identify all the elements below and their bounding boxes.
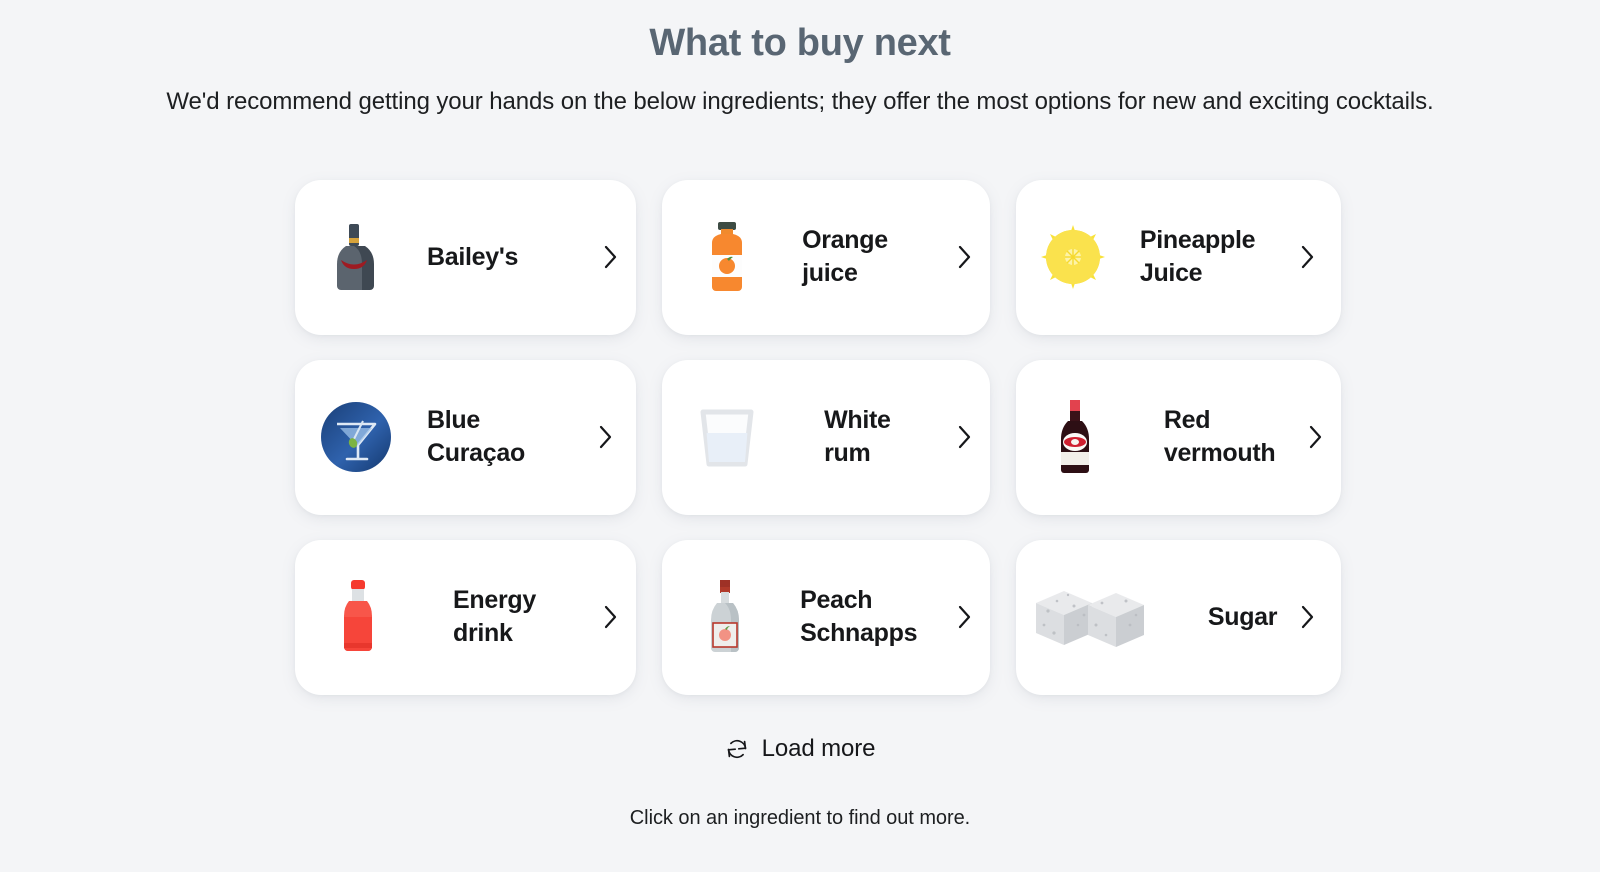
chevron-right-icon[interactable]: [958, 425, 972, 449]
ingredient-grid: Bailey's Orange juice Pineapple Juice Bl…: [295, 179, 1342, 695]
ingredient-card-energy-drink[interactable]: Energy drink: [295, 539, 637, 695]
chevron-right-icon[interactable]: [958, 245, 972, 269]
chevron-right-icon[interactable]: [604, 605, 618, 629]
orange-juice-bottle-icon: [690, 220, 764, 294]
sugar-cubes-icon: [1030, 580, 1150, 654]
ingredient-label: Energy drink: [453, 586, 536, 648]
ingredient-label: Peach Schnapps: [800, 586, 918, 648]
refresh-icon: [725, 737, 749, 761]
chevron-right-icon[interactable]: [958, 605, 972, 629]
cocktail-glass-icon: [319, 400, 393, 474]
chevron-right-icon[interactable]: [1309, 425, 1323, 449]
chevron-right-icon[interactable]: [599, 425, 613, 449]
ingredient-label: Red vermouth: [1163, 406, 1276, 468]
chevron-right-icon[interactable]: [604, 245, 618, 269]
clear-glass-icon: [690, 400, 764, 474]
load-more-button[interactable]: Load more: [717, 731, 884, 767]
page-title: What to buy next: [649, 22, 951, 64]
ingredient-label: Orange juice: [802, 226, 888, 288]
page-subtitle: We'd recommend getting your hands on the…: [166, 87, 1434, 115]
footer-note: Click on an ingredient to find out more.: [629, 806, 971, 829]
ingredient-label: Bailey's: [427, 242, 519, 271]
what-to-buy-next-page: What to buy next We'd recommend getting …: [0, 0, 1600, 872]
ingredient-label: Pineapple Juice: [1139, 226, 1256, 288]
liqueur-bottle-icon: [317, 220, 391, 294]
ingredient-label: Sugar: [1207, 602, 1278, 631]
chevron-right-icon[interactable]: [1301, 605, 1315, 629]
ingredient-card-red-vermouth[interactable]: Red vermouth: [1015, 359, 1342, 515]
ingredient-card-peach-schnapps[interactable]: Peach Schnapps: [662, 539, 990, 695]
pineapple-juice-icon: [1036, 220, 1110, 294]
ingredient-card-orange-juice[interactable]: Orange juice: [662, 179, 990, 335]
load-more-label: Load more: [761, 734, 876, 762]
chevron-right-icon[interactable]: [1301, 245, 1315, 269]
ingredient-card-baileys[interactable]: Bailey's: [295, 179, 637, 335]
ingredient-card-blue-curacao[interactable]: Blue Curaçao: [295, 359, 637, 515]
ingredient-card-sugar[interactable]: Sugar: [1015, 539, 1342, 695]
ingredient-card-pineapple-juice[interactable]: Pineapple Juice: [1015, 179, 1342, 335]
ingredient-label: Blue Curaçao: [427, 406, 525, 468]
ingredient-label: White rum: [824, 406, 891, 468]
vermouth-bottle-icon: [1038, 400, 1112, 474]
energy-drink-bottle-icon: [321, 580, 395, 654]
ingredient-card-white-rum[interactable]: White rum: [662, 359, 990, 515]
schnapps-bottle-icon: [688, 580, 762, 654]
